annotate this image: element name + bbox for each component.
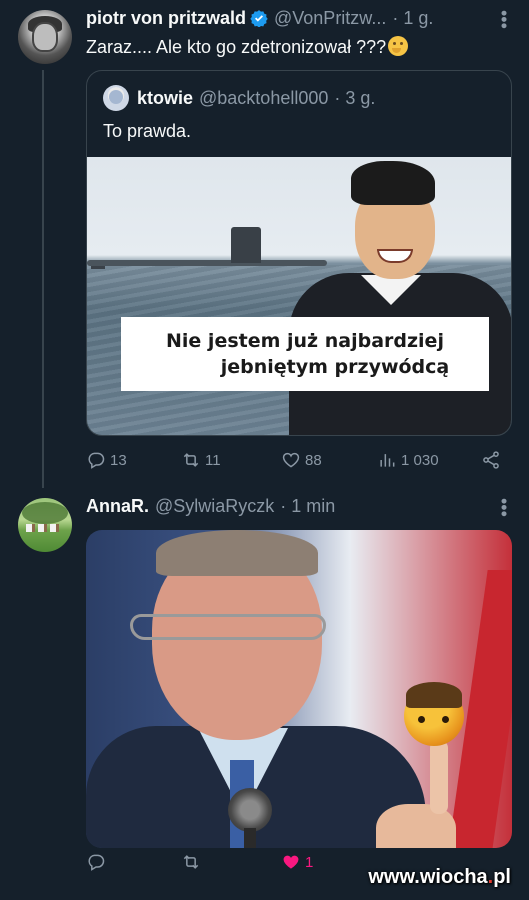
finger-puppet-hair (406, 682, 462, 708)
reply-button[interactable] (86, 852, 181, 872)
man-glasses (130, 614, 326, 640)
quote-avatar (103, 85, 129, 111)
tweet-text-content: Zaraz.... Ale kto go zdetronizował ??? (86, 37, 387, 57)
author-handle[interactable]: @VonPritzw... (274, 8, 386, 29)
image-caption-line-2: jebniętym przywódcą (220, 356, 450, 378)
retweet-icon (183, 453, 199, 467)
like-button[interactable]: 1 (281, 852, 377, 872)
man-hair (351, 161, 435, 205)
tweet-1[interactable]: piotr von pritzwald @VonPritzw... · 1 g.… (0, 0, 529, 488)
avatar[interactable] (18, 498, 72, 552)
reply-icon (88, 452, 105, 469)
laughing-man (287, 157, 511, 435)
heart-filled-icon (283, 855, 299, 869)
avatar-cows (26, 524, 62, 532)
views-count: 1 030 (401, 451, 439, 469)
thread-line (42, 70, 44, 488)
avatar-face (32, 22, 58, 52)
tweet-time[interactable]: · 1 g. (392, 8, 433, 29)
views-button[interactable]: 1 030 (377, 450, 481, 470)
quoted-tweet[interactable]: ktowie @backtohell000 · 3 g. To prawda. … (86, 70, 512, 436)
watermark-brand: wiocha (419, 866, 488, 888)
author-handle[interactable]: @SylwiaRyczk (155, 496, 274, 517)
quote-author-handle: @backtohell000 (199, 87, 329, 108)
like-count: 88 (305, 451, 322, 469)
views-chart-icon (380, 454, 395, 467)
verified-badge-icon (250, 10, 268, 27)
finger-puppet-eye (418, 716, 425, 723)
thinking-face-emoji-icon (388, 36, 409, 56)
like-button[interactable]: 88 (281, 450, 377, 470)
retweet-icon (183, 855, 199, 869)
retweet-count: 11 (205, 451, 221, 469)
heart-icon (282, 452, 300, 468)
quote-image[interactable]: Nie jestem już najbardziej jebniętym prz… (87, 157, 511, 435)
tweet-header: AnnaR. @SylwiaRyczk · 1 min (86, 494, 335, 518)
tweet-text: Zaraz.... Ale kto go zdetronizował ??? (86, 36, 409, 58)
watermark-suffix: pl (493, 866, 511, 888)
reply-count: 13 (110, 451, 127, 469)
quote-header: ktowie @backtohell000 · 3 g. (103, 85, 375, 111)
retweet-button[interactable] (181, 852, 281, 872)
more-options-icon[interactable]: ••• (494, 498, 514, 517)
tweet-2[interactable]: AnnaR. @SylwiaRyczk · 1 min ••• 1 www.wi… (0, 488, 529, 900)
tweet-header: piotr von pritzwald @VonPritzw... · 1 g. (86, 6, 433, 30)
microphone-stand (244, 828, 256, 848)
finger (430, 740, 448, 814)
tweet-time[interactable]: · 1 min (280, 496, 335, 517)
image-caption-line-1: Nie jestem już najbardziej (166, 330, 444, 352)
tweet-actions: 13 11 88 1 030 (86, 450, 506, 470)
author-name[interactable]: piotr von pritzwald (86, 8, 246, 29)
watermark-prefix: www. (368, 866, 420, 888)
avatar-tree (22, 502, 68, 524)
quote-time: · 3 g. (334, 87, 376, 108)
quote-author-name: ktowie (137, 87, 194, 108)
author-name[interactable]: AnnaR. (86, 496, 149, 517)
image-caption: Nie jestem już najbardziej jebniętym prz… (121, 317, 489, 391)
retweet-button[interactable]: 11 (181, 450, 281, 470)
reply-icon (88, 854, 105, 871)
reply-button[interactable]: 13 (86, 450, 181, 470)
man-hair (156, 530, 318, 576)
submarine-tower (231, 227, 261, 263)
microphone (228, 788, 272, 832)
more-options-icon[interactable]: ••• (494, 10, 514, 29)
share-button[interactable] (481, 450, 501, 470)
like-count: 1 (305, 853, 314, 871)
tweet-image[interactable] (86, 530, 512, 848)
quote-text: To prawda. (103, 121, 192, 141)
avatar[interactable] (18, 10, 72, 64)
share-icon (483, 451, 499, 469)
watermark: www.wiocha.pl (368, 866, 511, 889)
finger-puppet-eye (442, 716, 449, 723)
